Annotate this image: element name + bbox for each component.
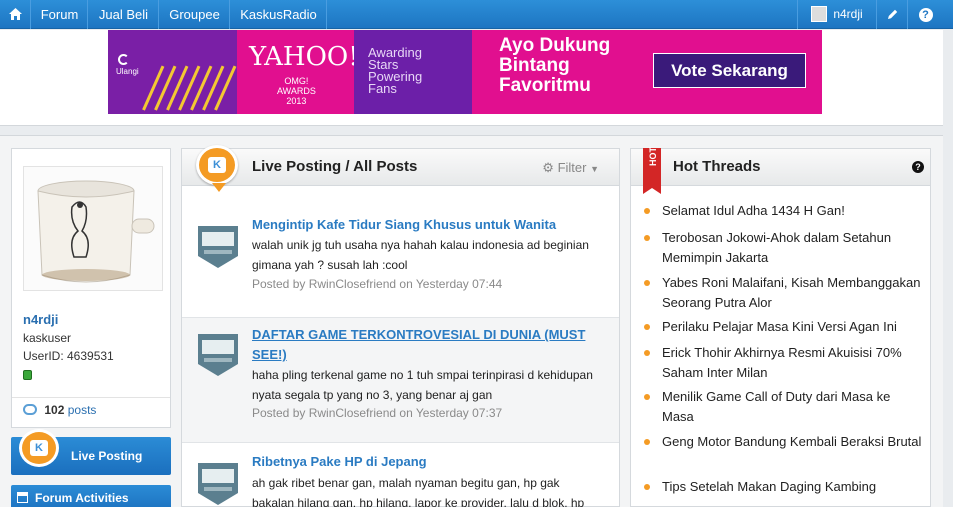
hot-thread-link[interactable]: Selamat Idul Adha 1434 H Gan! — [644, 201, 922, 221]
kaskus-chat-icon: K — [19, 429, 59, 467]
bullet-icon — [644, 394, 650, 400]
mug-image — [37, 180, 155, 283]
profile-photo[interactable] — [23, 166, 163, 291]
bullet-icon — [644, 484, 650, 490]
post-count-label: posts — [67, 403, 97, 417]
nav-forum[interactable]: Forum — [32, 0, 88, 29]
bullet-icon — [644, 235, 650, 241]
help-icon[interactable]: ? — [912, 161, 924, 173]
online-status-icon — [23, 370, 32, 380]
hot-thread-link[interactable]: Menilik Game Call of Duty dari Masa ke M… — [644, 387, 922, 427]
ad-sparklers-panel: Ulangi — [108, 30, 237, 114]
divider — [12, 397, 170, 398]
kaskus-bubble-icon: K — [196, 145, 238, 192]
sidebar-forum-activities[interactable]: Forum Activities — [11, 485, 171, 507]
ad-awarding-panel: Awarding Stars Powering Fans — [354, 30, 472, 114]
user-rank-badge-icon — [198, 463, 238, 505]
avatar — [811, 5, 828, 22]
user-rank-badge-icon — [198, 334, 238, 376]
sidebar-live-posting[interactable]: K Live Posting — [11, 429, 171, 475]
pencil-icon — [887, 9, 897, 19]
help-circle-icon: ? — [918, 8, 933, 22]
post-excerpt: ah gak ribet benar gan, malah nyaman beg… — [252, 476, 585, 507]
speech-bubble-icon — [23, 404, 37, 416]
post-meta: Posted by RwinClosefriend on Yesterday 0… — [252, 277, 503, 291]
banner-area: Ulangi YAHOO! OMG! AWARDS 2013 Awarding … — [0, 30, 943, 126]
live-posting-header: K Live Posting / All Posts ⚙ Filter ▼ — [182, 145, 619, 192]
top-navbar: Forum Jual Beli Groupee KaskusRadio n4rd… — [0, 0, 953, 29]
bullet-icon — [644, 280, 650, 286]
ad-yahoo-panel: YAHOO! OMG! AWARDS 2013 — [237, 30, 359, 114]
sidebar-forum-activities-label: Forum Activities — [35, 491, 129, 505]
replay-label: Ulangi — [116, 67, 139, 76]
home-button[interactable] — [0, 0, 31, 29]
post-meta: Posted by RwinClosefriend on Yesterday 0… — [252, 406, 503, 420]
yahoo-omg-awards-ad[interactable]: Ulangi YAHOO! OMG! AWARDS 2013 Awarding … — [108, 30, 822, 114]
nav-kaskusradio[interactable]: KaskusRadio — [231, 0, 327, 29]
gear-icon: ⚙ — [542, 160, 554, 175]
ad-headline: Ayo Dukung Bintang Favoritmu — [499, 35, 611, 96]
filter-label: Filter — [557, 160, 587, 175]
post-excerpt: walah unik jg tuh usaha nya hahah kalau … — [252, 238, 589, 272]
profile-user-id: UserID: 4639531 — [23, 349, 114, 363]
bullet-icon — [644, 208, 650, 214]
user-rank-badge-icon — [198, 226, 238, 268]
post-item: DAFTAR GAME TERKONTROVESIAL DI DUNIA (MU… — [182, 317, 619, 443]
hot-threads-title: Hot Threads — [673, 158, 761, 175]
bullet-icon — [644, 324, 650, 330]
post-title-link[interactable]: DAFTAR GAME TERKONTROVESIAL DI DUNIA (MU… — [252, 325, 602, 365]
user-menu[interactable]: n4rdji — [797, 0, 876, 29]
live-posting-title: Live Posting / All Posts — [252, 158, 418, 175]
profile-user-title: kaskuser — [23, 331, 72, 345]
help-button[interactable]: ? — [907, 0, 943, 29]
hot-ribbon-icon: HOT — [643, 147, 661, 194]
yahoo-logo: YAHOO! — [249, 42, 359, 72]
ad-cta-panel: Ayo Dukung Bintang Favoritmu Vote Sekara… — [472, 30, 822, 114]
hot-thread-link[interactable]: Terobosan Jokowi-Ahok dalam Setahun Memi… — [644, 228, 922, 268]
bullet-icon — [644, 350, 650, 356]
post-item: Ribetnya Pake HP di Jepang ah gak ribet … — [182, 443, 619, 507]
post-title-link[interactable]: Mengintip Kafe Tidur Siang Khusus untuk … — [252, 215, 602, 235]
post-excerpt: haha pling terkenal game no 1 tuh smpai … — [252, 368, 593, 402]
awarding-text: Awarding Stars Powering Fans — [368, 45, 423, 96]
vote-now-button[interactable]: Vote Sekarang — [653, 53, 806, 88]
caret-down-icon: ▼ — [590, 164, 599, 174]
bullet-icon — [644, 439, 650, 445]
hot-thread-link[interactable]: Yabes Roni Malaifani, Kisah Membanggakan… — [644, 273, 922, 313]
hot-thread-link[interactable]: Erick Thohir Akhirnya Resmi Akuisisi 70%… — [644, 343, 922, 383]
hot-thread-link[interactable]: Tips Setelah Makan Daging Kambing — [644, 477, 922, 497]
post-title-link[interactable]: Ribetnya Pake HP di Jepang — [252, 452, 602, 472]
table-icon — [17, 492, 28, 503]
hot-thread-link[interactable]: Geng Motor Bandung Kembali Beraksi Bruta… — [644, 432, 922, 452]
omg-awards-text: OMG! AWARDS 2013 — [277, 76, 316, 106]
hot-thread-link[interactable]: Perilaku Pelajar Masa Kini Versi Agan In… — [644, 317, 922, 337]
hot-threads-panel: HOT Hot Threads ? Selamat Idul Adha 1434… — [630, 147, 931, 507]
post-item: Mengintip Kafe Tidur Siang Khusus untuk … — [182, 187, 619, 317]
profile-username[interactable]: n4rdji — [23, 312, 58, 327]
live-posting-panel: K Live Posting / All Posts ⚙ Filter ▼ Me… — [181, 145, 620, 507]
replay-icon[interactable]: Ulangi — [116, 54, 139, 76]
nav-jual-beli[interactable]: Jual Beli — [89, 0, 159, 29]
post-count-value: 102 — [44, 403, 65, 417]
post-count-link[interactable]: 102 posts — [23, 403, 96, 417]
user-menu-name: n4rdji — [833, 7, 863, 21]
home-icon — [8, 8, 22, 20]
edit-button[interactable] — [876, 0, 907, 29]
hot-threads-header: HOT Hot Threads ? — [631, 147, 930, 194]
profile-card: n4rdji kaskuser UserID: 4639531 102 post… — [11, 148, 171, 428]
filter-dropdown[interactable]: ⚙ Filter ▼ — [542, 160, 599, 176]
sidebar-live-posting-label: Live Posting — [71, 449, 143, 463]
nav-groupee[interactable]: Groupee — [160, 0, 230, 29]
